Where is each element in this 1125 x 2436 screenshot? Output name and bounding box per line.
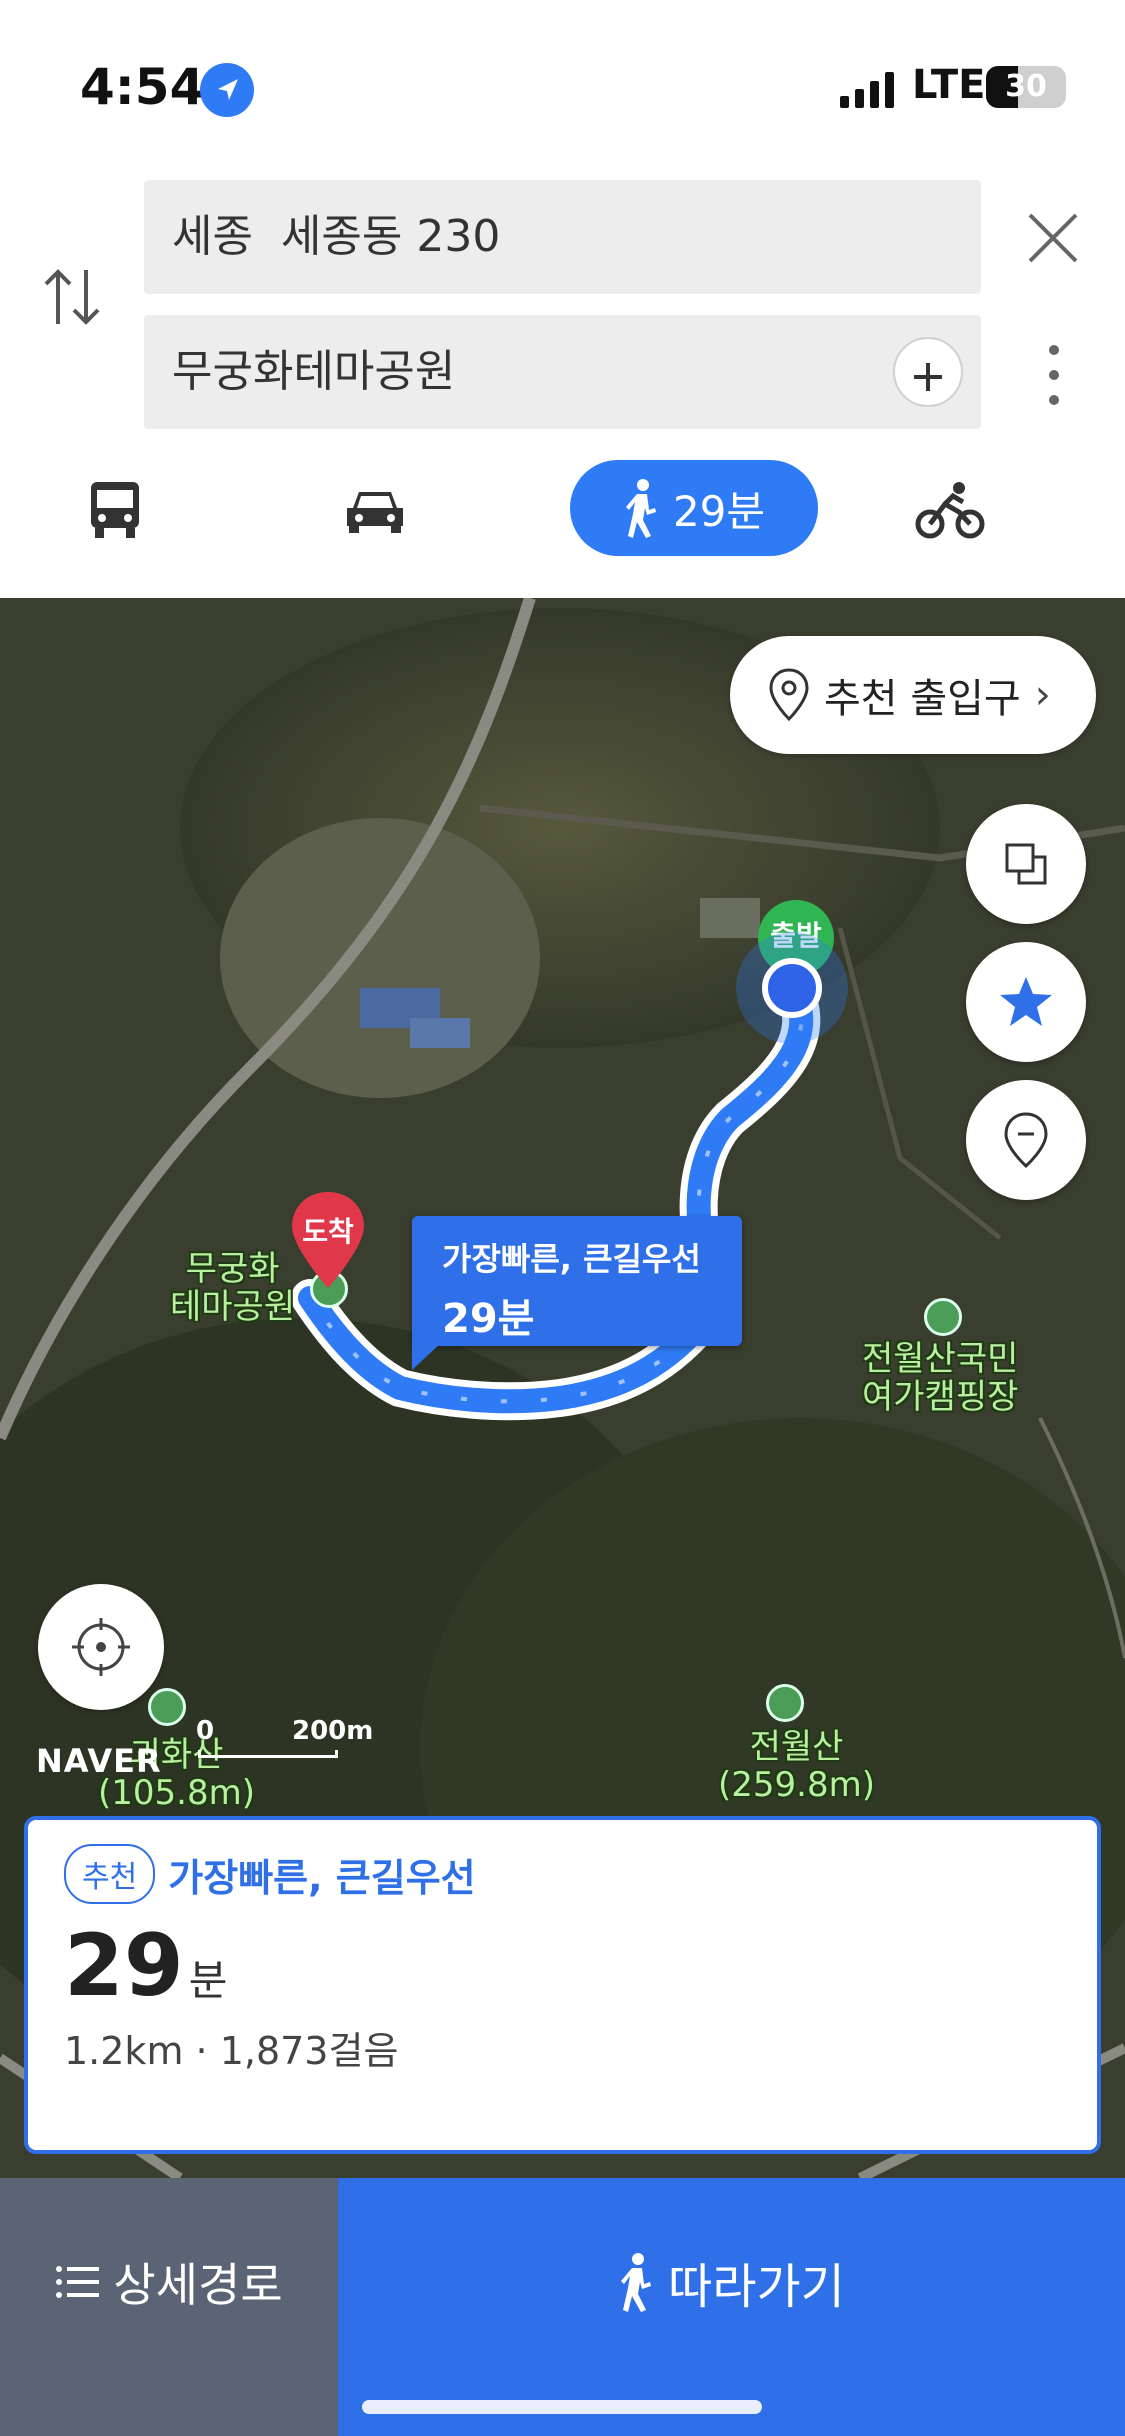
place-label-campsite[interactable]: 전월산국민 여가캠핑장: [862, 1340, 1018, 1416]
battery-level: 30: [1005, 69, 1047, 104]
route-distance-steps: 1.2km · 1,873걸음: [64, 2029, 399, 2073]
follow-navigation-button[interactable]: 따라가기: [338, 2178, 1125, 2436]
route-detail-button[interactable]: 상세경로: [0, 2178, 338, 2436]
home-indicator[interactable]: [362, 2400, 762, 2414]
signal-icon: [840, 72, 894, 108]
scale-distance: 200m: [292, 1716, 374, 1746]
destination-text: 무궁화테마공원: [172, 346, 456, 397]
close-icon[interactable]: [1020, 205, 1086, 271]
campsite-poi-icon[interactable]: [924, 1298, 962, 1336]
route-detail-label: 상세경로: [113, 2258, 283, 2312]
mountain-poi-icon[interactable]: [766, 1684, 804, 1722]
bike-icon: [915, 482, 985, 539]
destination-marker-label: 도착: [302, 1215, 354, 1248]
plus-icon: [914, 363, 942, 391]
tab-car[interactable]: [330, 460, 420, 560]
pin-minus-icon: [1004, 1112, 1048, 1169]
more-options-icon[interactable]: [1040, 340, 1068, 410]
naver-logo: NAVER: [36, 1742, 162, 1780]
chevron-right-icon: ›: [1034, 672, 1051, 718]
entrance-label: 추천 출입구: [824, 676, 1021, 722]
tab-walk[interactable]: 29분: [570, 460, 818, 556]
hill-poi-icon[interactable]: [148, 1688, 186, 1726]
car-icon: [347, 492, 403, 533]
walk-icon: [625, 479, 656, 538]
place-pin-button[interactable]: [966, 1080, 1086, 1200]
route-title: 가장빠른, 큰길우선: [168, 1855, 476, 1900]
place-label-mountain[interactable]: 전월산 (259.8m): [718, 1728, 875, 1804]
destination-field[interactable]: 무궁화테마공원: [144, 315, 981, 429]
status-bar: 4:54 LTE 30: [0, 0, 1125, 170]
map-layer-button[interactable]: [966, 804, 1086, 924]
walk-icon: [621, 2253, 652, 2312]
favorite-button[interactable]: [966, 942, 1086, 1062]
swap-direction-icon[interactable]: [40, 262, 104, 332]
place-label-theme-park[interactable]: 무궁화 테마공원: [170, 1250, 295, 1326]
walk-time-label: 29분: [672, 486, 766, 536]
scale-zero: 0: [196, 1716, 215, 1746]
network-type: LTE: [912, 62, 986, 108]
recommended-entrance-button[interactable]: 추천 출입구 ›: [730, 636, 1096, 754]
recommended-badge: 추천: [64, 1844, 156, 1904]
current-location-button[interactable]: [38, 1584, 164, 1710]
list-icon: [56, 2266, 100, 2298]
route-minutes: 29: [64, 1916, 184, 2016]
battery-icon: 30: [986, 66, 1066, 108]
location-pin-icon: [769, 668, 809, 722]
route-duration: 29 분: [64, 1916, 1097, 2016]
location-arrow-icon: [200, 63, 254, 117]
layers-icon: [1005, 843, 1047, 885]
tab-transit[interactable]: [70, 460, 160, 560]
bottom-action-bar: 상세경로 따라가기: [0, 2178, 1125, 2436]
route-callout-label: 가장빠른, 큰길우선: [442, 1240, 701, 1278]
transport-mode-tabs: 29분: [0, 460, 1125, 570]
crosshair-icon: [72, 1618, 130, 1676]
star-icon: [1000, 977, 1052, 1026]
route-minutes-unit: 분: [188, 1956, 228, 2005]
start-location-dot: [762, 958, 822, 1018]
route-callout-time: 29분: [442, 1296, 535, 1342]
bus-icon: [91, 482, 139, 538]
origin-field[interactable]: 세종 세종동 230: [144, 180, 981, 294]
map-scale: 0 200m: [196, 1716, 396, 1758]
origin-text: 세종 세종동 230: [172, 211, 501, 262]
route-summary-card[interactable]: 추천 가장빠른, 큰길우선 29 분 1.2km · 1,873걸음: [24, 1816, 1101, 2154]
status-time: 4:54: [80, 58, 205, 116]
route-callout[interactable]: 가장빠른, 큰길우선 29분: [412, 1216, 742, 1370]
follow-label: 따라가기: [668, 2259, 845, 2315]
tab-bike[interactable]: [905, 460, 995, 560]
add-waypoint-button[interactable]: [893, 337, 963, 407]
